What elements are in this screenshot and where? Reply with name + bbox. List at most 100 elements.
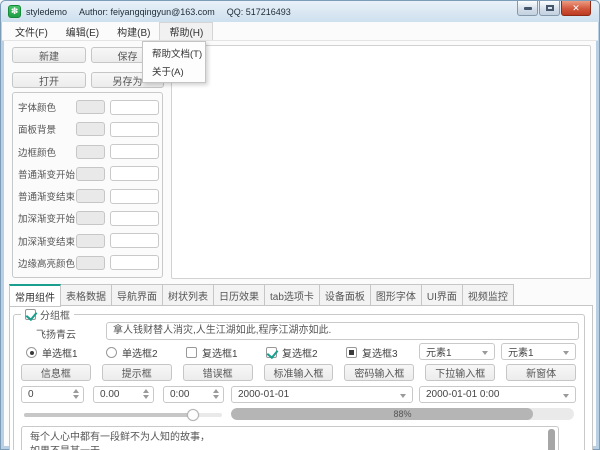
checkbox-label: 复选框3 (362, 345, 398, 360)
scrollbar-thumb[interactable] (548, 429, 555, 450)
spin-value: 0.00 (100, 389, 119, 400)
checkbox-2[interactable]: 复选框2 (266, 346, 318, 359)
spinner-arrows-icon[interactable] (213, 389, 219, 399)
color-pick-button[interactable] (76, 211, 105, 225)
minimize-button[interactable] (517, 1, 538, 16)
menu-item-help-doc[interactable]: 帮助文档(T) (143, 44, 205, 62)
minimize-icon (524, 7, 532, 10)
color-row-border: 边框颜色 (18, 144, 159, 160)
groupbox-label: 分组框 (40, 307, 70, 322)
error-box-button[interactable]: 错误框 (183, 364, 253, 381)
checkbox-3[interactable]: 复选框3 (346, 346, 398, 359)
color-row-panel-bg: 面板背景 (18, 121, 159, 137)
menu-edit[interactable]: 编辑(E) (57, 22, 108, 40)
close-icon: ✕ (572, 3, 580, 14)
color-row-font: 字体颜色 (18, 99, 159, 115)
progress-bar: 88% (231, 408, 574, 420)
name-input[interactable]: 拿人钱财替人消灾,人生江湖如此,程序江湖亦如此. (106, 322, 579, 340)
color-pick-button[interactable] (76, 189, 105, 203)
close-button[interactable]: ✕ (561, 1, 591, 16)
menu-item-about[interactable]: 关于(A) (143, 62, 205, 80)
color-row-label: 加深渐变结束 (18, 234, 76, 248)
tab-tree-list[interactable]: 树状列表 (163, 284, 214, 306)
tab-ui[interactable]: UI界面 (422, 284, 463, 306)
new-button[interactable]: 新建 (12, 47, 86, 63)
titlebar[interactable]: ✽ styledemo Author: feiyangqingyun@163.c… (1, 1, 599, 22)
checkbox-1[interactable]: 复选框1 (186, 346, 238, 359)
color-value-input[interactable] (110, 166, 159, 181)
info-box-button[interactable]: 信息框 (21, 364, 91, 381)
color-config-frame: 字体颜色 面板背景 边框颜色 普通渐变开始 普通渐变结束 加深渐变开始 (12, 92, 163, 278)
spinner-arrows-icon[interactable] (73, 389, 79, 399)
menu-file[interactable]: 文件(F) (6, 22, 57, 40)
password-input-button[interactable]: 密码输入框 (344, 364, 414, 381)
color-value-input[interactable] (110, 189, 159, 204)
window-author: Author: feiyangqingyun@163.com (79, 7, 215, 17)
tab-table-data[interactable]: 表格数据 (61, 284, 112, 306)
tab-common-widgets[interactable]: 常用组件 (9, 284, 61, 307)
groupbox-checkbox[interactable] (25, 309, 36, 320)
color-pick-button[interactable] (76, 145, 105, 159)
combo-element-2[interactable]: 元素1 (501, 343, 576, 360)
color-row-label: 普通渐变结束 (18, 189, 76, 203)
window-qq: QQ: 517216493 (227, 7, 291, 17)
color-value-input[interactable] (110, 255, 159, 270)
window-controls: ✕ (516, 1, 591, 16)
tab-icon-font[interactable]: 图形字体 (371, 284, 422, 306)
color-pick-button[interactable] (76, 234, 105, 248)
tab-device-panel[interactable]: 设备面板 (320, 284, 371, 306)
open-button[interactable]: 打开 (12, 72, 86, 88)
tab-calendar[interactable]: 日历效果 (214, 284, 265, 306)
color-pick-button[interactable] (76, 122, 105, 136)
maximize-icon (546, 5, 554, 11)
radio-1[interactable]: 单选框1 (26, 346, 78, 359)
radio-2[interactable]: 单选框2 (106, 346, 158, 359)
chevron-down-icon (482, 351, 488, 355)
color-pick-button[interactable] (76, 100, 105, 114)
checkbox-label: 复选框2 (282, 345, 318, 360)
datetime-picker[interactable]: 2000-01-01 0:00 (419, 386, 576, 403)
textarea-line: 如果不是某一天， (30, 445, 540, 450)
tab-video-monitor[interactable]: 视频监控 (463, 284, 514, 306)
combo-element-1[interactable]: 元素1 (419, 343, 495, 360)
color-value-input[interactable] (110, 211, 159, 226)
color-value-input[interactable] (110, 144, 159, 159)
color-row-label: 普通渐变开始 (18, 167, 76, 181)
date-picker[interactable]: 2000-01-01 (231, 386, 413, 403)
combo-value: 元素1 (508, 344, 534, 359)
story-textarea[interactable]: 每个人心中都有一段鲜不为人知的故事， 如果不是某一天， (21, 426, 559, 450)
date-value: 2000-01-01 (238, 389, 289, 400)
standard-input-button[interactable]: 标准输入框 (264, 364, 334, 381)
tab-nav-ui[interactable]: 导航界面 (112, 284, 163, 306)
dropdown-input-button[interactable]: 下拉输入框 (425, 364, 495, 381)
color-value-input[interactable] (110, 233, 159, 248)
menu-build[interactable]: 构建(B) (108, 22, 159, 40)
color-row-deep-start: 加深渐变开始 (18, 210, 159, 226)
tab-tab-card[interactable]: tab选项卡 (265, 284, 320, 306)
radio-icon (106, 347, 117, 358)
maximize-button[interactable] (539, 1, 560, 16)
color-pick-button[interactable] (76, 167, 105, 181)
color-value-input[interactable] (110, 100, 159, 115)
color-row-label: 边缘高亮颜色 (18, 256, 76, 270)
help-dropdown-menu: 帮助文档(T) 关于(A) (142, 41, 206, 83)
chevron-down-icon (563, 351, 569, 355)
color-value-input[interactable] (110, 122, 159, 137)
time-spinbox[interactable]: 0:00 (163, 386, 224, 403)
int-spinbox[interactable]: 0 (21, 386, 84, 403)
window-title: styledemo (26, 7, 67, 17)
slider-thumb[interactable] (187, 409, 199, 421)
color-pick-button[interactable] (76, 256, 105, 270)
color-row-label: 加深渐变开始 (18, 211, 76, 225)
new-window-button[interactable]: 新窗体 (506, 364, 576, 381)
tip-box-button[interactable]: 提示框 (102, 364, 172, 381)
color-row-highlight: 边缘高亮颜色 (18, 255, 159, 271)
double-spinbox[interactable]: 0.00 (93, 386, 154, 403)
app-window: ✽ styledemo Author: feiyangqingyun@163.c… (0, 0, 600, 450)
color-row-gradient-start: 普通渐变开始 (18, 166, 159, 182)
textarea-scrollbar[interactable] (548, 429, 555, 450)
combo-value: 元素1 (426, 344, 452, 359)
slider[interactable] (24, 409, 222, 421)
menu-help[interactable]: 帮助(H) (159, 22, 213, 40)
spinner-arrows-icon[interactable] (143, 389, 149, 399)
